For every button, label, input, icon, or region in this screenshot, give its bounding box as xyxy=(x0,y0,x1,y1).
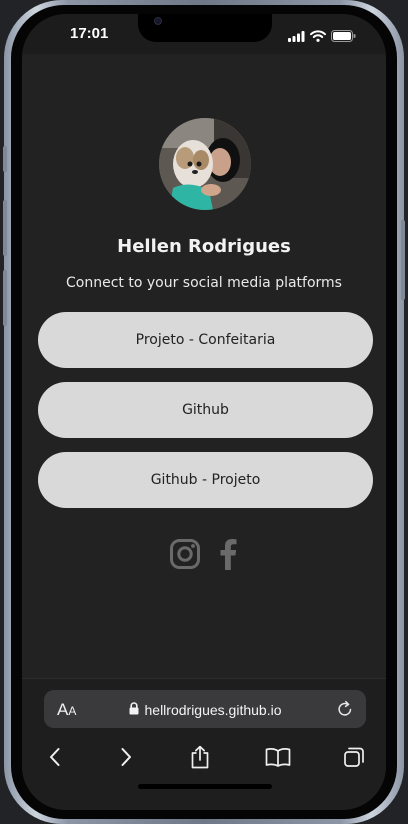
volume-up-button xyxy=(3,200,7,256)
wifi-icon xyxy=(310,27,326,46)
profile-name: Hellen Rodrigues xyxy=(117,236,291,257)
reload-icon[interactable] xyxy=(336,700,354,722)
back-icon[interactable] xyxy=(39,741,71,773)
browser-toolbar xyxy=(22,741,386,773)
forward-icon[interactable] xyxy=(110,741,142,773)
cellular-signal-icon xyxy=(288,27,305,46)
front-camera xyxy=(154,17,162,25)
instagram-icon[interactable] xyxy=(169,538,201,574)
link-button-label: Github - Projeto xyxy=(150,472,261,488)
link-button-github-projeto[interactable]: Github - Projeto xyxy=(38,452,373,508)
phone-screen: 17:01 Hellen Rodrigues Connect to your s… xyxy=(22,14,386,810)
facebook-icon[interactable] xyxy=(219,538,239,574)
tabs-icon[interactable] xyxy=(338,741,370,773)
battery-icon xyxy=(331,27,356,46)
bookmarks-icon[interactable] xyxy=(262,741,294,773)
share-icon[interactable] xyxy=(184,741,216,773)
url-display[interactable]: hellrodrigues.github.io xyxy=(44,700,366,719)
link-button-projeto-confeitaria[interactable]: Projeto - Confeitaria xyxy=(38,312,373,368)
home-indicator xyxy=(138,784,272,789)
status-bar: 17:01 xyxy=(22,14,386,54)
social-links xyxy=(22,538,386,574)
status-time: 17:01 xyxy=(70,25,109,42)
address-bar[interactable]: AA hellrodrigues.github.io xyxy=(44,690,366,728)
link-button-github[interactable]: Github xyxy=(38,382,373,438)
status-icons xyxy=(288,27,356,46)
url-text: hellrodrigues.github.io xyxy=(144,701,282,718)
link-button-label: Projeto - Confeitaria xyxy=(135,332,276,348)
volume-down-button xyxy=(3,270,7,326)
power-button xyxy=(401,220,405,300)
notch xyxy=(138,14,272,42)
profile-tagline: Connect to your social media platforms xyxy=(66,275,342,291)
lock-icon xyxy=(129,700,139,719)
mute-switch xyxy=(3,146,7,172)
link-button-label: Github xyxy=(182,402,229,418)
avatar xyxy=(159,118,251,210)
browser-bottom-bar: AA hellrodrigues.github.io xyxy=(22,678,386,810)
